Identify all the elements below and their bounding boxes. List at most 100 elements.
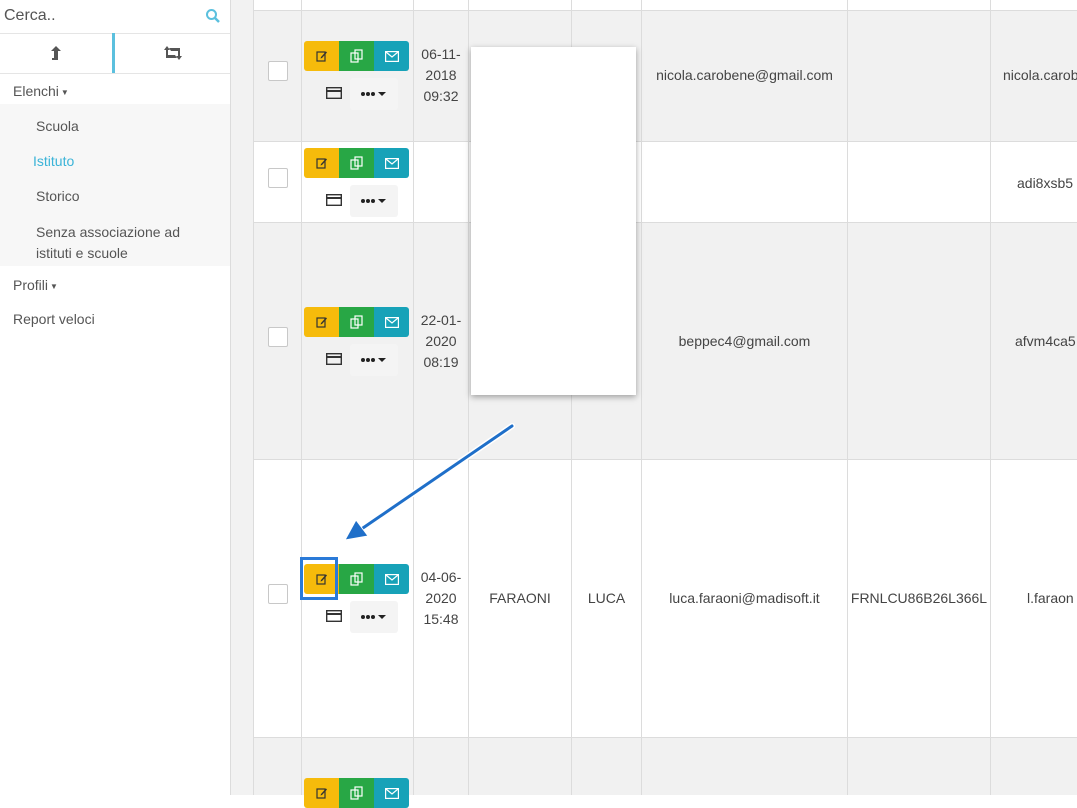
- elenchi-submenu: Scuola Istituto Storico Senza associazio…: [0, 104, 230, 266]
- username-cell: l.faraon: [1027, 590, 1074, 606]
- card-button[interactable]: [324, 608, 344, 624]
- sidebar-item-istituto[interactable]: Istituto: [33, 153, 74, 169]
- ellipsis-caret-icon: [361, 615, 386, 619]
- edit-button[interactable]: [304, 778, 339, 808]
- date-line: 2020: [425, 590, 457, 606]
- card-button[interactable]: [324, 351, 344, 367]
- retweet-icon: [163, 46, 182, 60]
- menu-profili-label: Profili: [13, 277, 49, 293]
- edit-icon: [315, 51, 327, 62]
- row-checkbox[interactable]: [268, 61, 288, 81]
- sidebar-item-scuola[interactable]: Scuola: [36, 118, 79, 134]
- card-button[interactable]: [324, 85, 344, 101]
- copy-icon: [349, 786, 363, 800]
- credit-card-icon: [326, 194, 342, 206]
- envelope-icon: [384, 573, 399, 585]
- main-content: 06-11- 2018 09:32 nicola.carobene@gmail.…: [231, 0, 1077, 808]
- row-checkbox[interactable]: [268, 584, 288, 604]
- credit-card-icon: [326, 87, 342, 99]
- caret-down-icon: ▼: [60, 87, 69, 97]
- caret-down-icon: ▼: [50, 281, 58, 291]
- copy-button[interactable]: [339, 778, 374, 808]
- edit-icon: [315, 788, 327, 799]
- envelope-icon: [384, 316, 399, 328]
- column-divider: [301, 0, 302, 795]
- search-icon[interactable]: [205, 8, 221, 24]
- edit-button[interactable]: [304, 148, 339, 178]
- menu-report-veloci[interactable]: Report veloci: [13, 311, 95, 327]
- redaction-box: [471, 47, 636, 395]
- copy-icon: [349, 49, 363, 63]
- credit-card-icon: [326, 610, 342, 622]
- search-input[interactable]: [0, 0, 203, 32]
- ellipsis-caret-icon: [361, 199, 386, 203]
- date-cell: 04-06- 2020 15:48: [414, 567, 468, 630]
- search-bar: [0, 0, 230, 34]
- edit-button[interactable]: [304, 307, 339, 337]
- email-cell: beppec4@gmail.com: [678, 333, 811, 349]
- date-line: 2020: [425, 333, 457, 349]
- date-cell: 22-01- 2020 08:19: [414, 310, 468, 373]
- nome-cell: LUCA: [587, 590, 626, 606]
- date-line: 2018: [425, 67, 457, 83]
- date-cell: 06-11- 2018 09:32: [414, 44, 468, 107]
- more-actions-dropdown[interactable]: [350, 344, 398, 376]
- copy-button[interactable]: [339, 307, 374, 337]
- ellipsis-caret-icon: [361, 358, 386, 362]
- copy-icon: [349, 315, 363, 329]
- more-actions-dropdown[interactable]: [350, 185, 398, 217]
- edit-icon: [315, 158, 327, 169]
- mail-button[interactable]: [374, 778, 409, 808]
- highlight-box: [300, 557, 338, 600]
- email-cell: nicola.carobene@gmail.com: [656, 67, 833, 83]
- column-divider: [468, 0, 469, 795]
- sidebar: Elenchi▼ Scuola Istituto Storico Senza a…: [0, 0, 231, 795]
- edit-icon: [315, 317, 327, 328]
- menu-elenchi[interactable]: Elenchi ▼: [13, 83, 69, 99]
- sidebar-tabs: [0, 33, 230, 74]
- level-up-icon: [51, 46, 61, 60]
- envelope-icon: [384, 157, 399, 169]
- mail-button[interactable]: [374, 148, 409, 178]
- copy-button[interactable]: [339, 148, 374, 178]
- mail-button[interactable]: [374, 564, 409, 594]
- edit-button[interactable]: [304, 41, 339, 71]
- row-checkbox[interactable]: [268, 168, 288, 188]
- date-line: 04-06-: [420, 569, 462, 585]
- menu-profili[interactable]: Profili ▼: [13, 277, 58, 293]
- credit-card-icon: [326, 353, 342, 365]
- codice-fiscale-cell: FRNLCU86B26L366L: [850, 590, 988, 606]
- time-line: 08:19: [423, 354, 459, 370]
- time-line: 09:32: [423, 88, 459, 104]
- column-divider: [413, 0, 414, 795]
- email-cell: luca.faraoni@madisoft.it: [669, 590, 820, 606]
- sidebar-item-senza-associazione[interactable]: Senza associazione ad istituti e scuole: [36, 222, 206, 264]
- copy-button[interactable]: [339, 564, 374, 594]
- copy-icon: [349, 156, 363, 170]
- more-actions-dropdown[interactable]: [350, 78, 398, 110]
- username-cell: afvm4ca5: [1015, 333, 1076, 349]
- date-line: 22-01-: [420, 312, 462, 328]
- row-checkbox[interactable]: [268, 327, 288, 347]
- tab-upload[interactable]: [0, 33, 115, 73]
- date-line: 06-11-: [421, 46, 461, 62]
- username-cell: nicola.carob: [1003, 67, 1077, 83]
- username-cell: adi8xsb5: [1017, 175, 1074, 191]
- ellipsis-caret-icon: [361, 92, 386, 96]
- mail-button[interactable]: [374, 307, 409, 337]
- card-button[interactable]: [324, 192, 344, 208]
- column-divider: [847, 0, 848, 795]
- tab-retweet[interactable]: [115, 33, 230, 73]
- column-divider: [641, 0, 642, 795]
- time-line: 15:48: [423, 611, 459, 627]
- table-row: [254, 0, 1077, 11]
- envelope-icon: [384, 787, 399, 799]
- copy-icon: [349, 572, 363, 586]
- mail-button[interactable]: [374, 41, 409, 71]
- users-table: 06-11- 2018 09:32 nicola.carobene@gmail.…: [253, 0, 1077, 795]
- envelope-icon: [384, 50, 399, 62]
- column-divider: [990, 0, 991, 795]
- sidebar-item-storico[interactable]: Storico: [36, 188, 80, 204]
- more-actions-dropdown[interactable]: [350, 601, 398, 633]
- copy-button[interactable]: [339, 41, 374, 71]
